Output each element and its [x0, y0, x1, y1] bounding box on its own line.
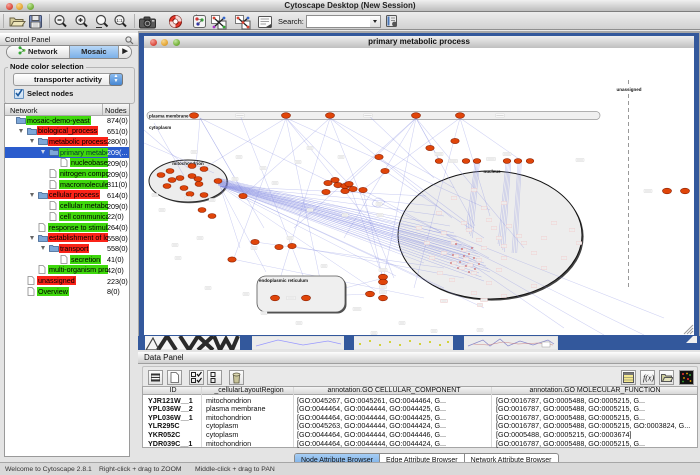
svg-text:unassigned: unassigned: [616, 87, 641, 92]
svg-text:f(x): f(x): [643, 374, 654, 383]
svg-text:nucleus: nucleus: [483, 169, 501, 174]
svg-text:cytoplasm: cytoplasm: [149, 125, 171, 130]
svg-text:1:1: 1:1: [116, 18, 123, 23]
svg-text:endoplasmic reticulum: endoplasmic reticulum: [259, 278, 308, 283]
svg-text:plasma membrane: plasma membrane: [149, 114, 189, 119]
